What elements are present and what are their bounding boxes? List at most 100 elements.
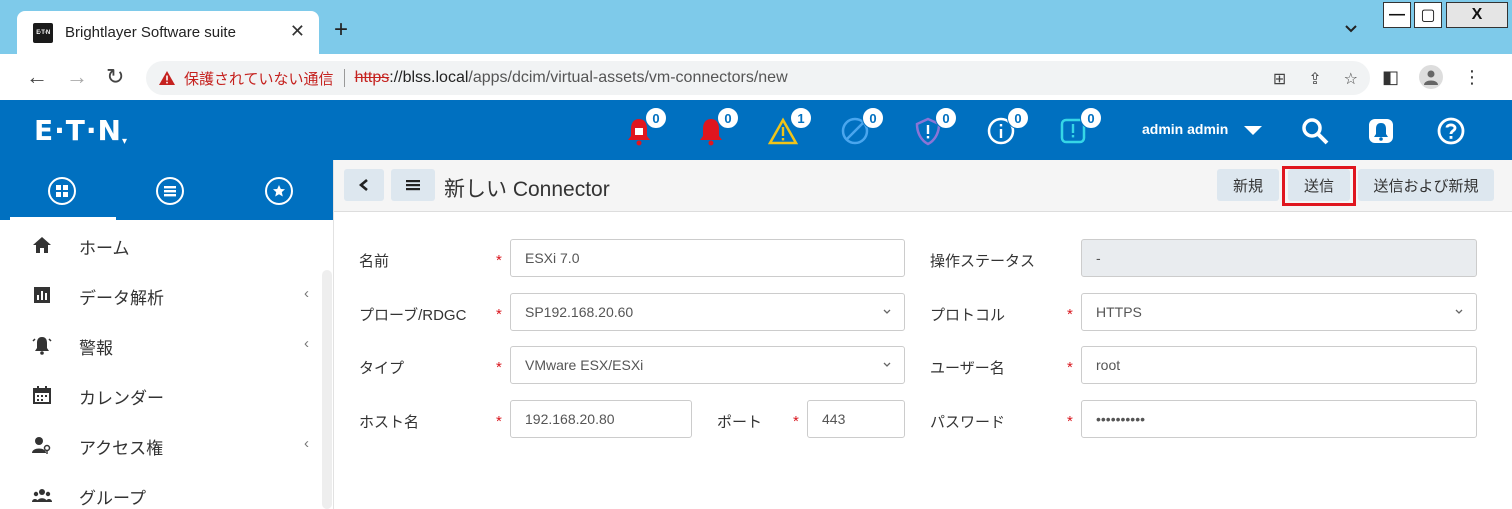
tab-close-icon[interactable]: ✕ <box>290 21 305 42</box>
chart-icon <box>34 287 50 303</box>
notifications-icon[interactable] <box>1366 116 1396 146</box>
user-menu[interactable]: admin admin <box>1142 121 1228 137</box>
sidebar-item-label: データ解析 <box>79 289 164 308</box>
blocked-badge: 0 <box>862 107 884 129</box>
sidebar-item-label: グループ <box>79 489 146 508</box>
back-arrow-icon[interactable]: ← <box>26 64 48 90</box>
profile-avatar-icon[interactable] <box>1419 65 1444 89</box>
window-maximize-button[interactable]: ▢ <box>1414 2 1442 28</box>
sidebar-item-analytics[interactable]: データ解析 ‹ <box>0 270 334 320</box>
sidebar-item-groups[interactable]: グループ <box>0 470 334 509</box>
calendar-icon <box>33 386 51 404</box>
name-field[interactable]: ESXi 7.0 <box>510 239 905 277</box>
url-host: ://blss.local <box>389 69 469 86</box>
chevron-down-icon <box>1455 309 1463 314</box>
group-icon <box>32 489 52 502</box>
browser-toolbar: ← → ↻ 保護されていない通信 https ://blss.local /ap… <box>0 54 1512 100</box>
username-value: root <box>1096 357 1121 373</box>
protocol-label: プロトコル <box>930 307 1006 324</box>
sidebar: ホーム データ解析 ‹ 警報 ‹ カレンダー アクセス権 ‹ グループ <box>0 160 334 509</box>
eaton-logo[interactable]: E·T·N▾ <box>34 114 128 147</box>
back-button[interactable] <box>344 169 384 201</box>
probe-select[interactable]: SP192.168.20.60 <box>510 293 905 331</box>
type-label: タイプ <box>359 360 405 377</box>
required-mark: * <box>1067 413 1073 430</box>
url-path: /apps/dcim/virtual-assets/vm-connectors/… <box>468 69 788 86</box>
username-field[interactable]: root <box>1081 346 1477 384</box>
required-mark: * <box>793 413 799 430</box>
user-menu-caret-icon[interactable] <box>1244 126 1262 135</box>
window-minimize-button[interactable]: — <box>1383 2 1411 28</box>
browser-menu-icon[interactable]: ⋮ <box>1463 67 1481 88</box>
sidebar-item-label: カレンダー <box>79 389 164 408</box>
browser-tab[interactable]: E·T·N Brightlayer Software suite ✕ <box>17 11 319 54</box>
menu-toggle-button[interactable] <box>391 169 435 201</box>
page-title: 新しい Connector <box>444 178 610 201</box>
status-value: - <box>1096 250 1101 266</box>
required-mark: * <box>1067 359 1073 376</box>
required-mark: * <box>496 252 502 269</box>
sidebar-item-access[interactable]: アクセス権 ‹ <box>0 420 334 470</box>
sidebar-item-home[interactable]: ホーム <box>0 220 334 270</box>
share-icon[interactable]: ⇪ <box>1308 69 1321 89</box>
submit-highlight-box <box>1282 166 1356 206</box>
eaton-favicon-icon: E·T·N <box>33 22 53 43</box>
access-icon <box>32 437 51 454</box>
username-label: ユーザー名 <box>930 360 1005 377</box>
status-label: 操作ステータス <box>930 253 1036 270</box>
info-badge: 0 <box>1007 107 1029 129</box>
reload-icon[interactable]: ↻ <box>106 64 124 90</box>
probe-label: プローブ/RDGC <box>359 307 467 324</box>
tab-search-chevron-icon[interactable] <box>1343 21 1359 37</box>
bookmark-star-icon[interactable]: ☆ <box>1344 69 1358 89</box>
alarm-icon <box>32 337 52 355</box>
home-icon <box>33 237 51 253</box>
port-value: 443 <box>822 411 846 427</box>
critical-alarm-badge: 0 <box>645 107 667 129</box>
hostname-label: ホスト名 <box>359 414 420 431</box>
chevron-down-icon <box>883 309 891 314</box>
chevron-left-icon: ‹ <box>304 435 309 452</box>
sidebar-item-alarms[interactable]: 警報 ‹ <box>0 320 334 370</box>
sidebar-item-label: アクセス権 <box>79 439 164 458</box>
forward-arrow-icon[interactable]: → <box>66 64 88 90</box>
list-icon[interactable] <box>156 177 184 205</box>
notice-badge: 0 <box>1080 107 1102 129</box>
warning-badge: 1 <box>790 107 812 129</box>
required-mark: * <box>496 306 502 323</box>
page-toolbar: 新しい Connector 新規 送信 送信および新規 <box>334 160 1512 212</box>
address-bar[interactable]: 保護されていない通信 https ://blss.local /apps/dci… <box>146 61 1370 95</box>
search-icon[interactable] <box>1300 116 1330 146</box>
url-scheme: https <box>354 69 390 86</box>
sidebar-item-label: ホーム <box>79 239 130 258</box>
status-field: - <box>1081 239 1477 277</box>
app-header: E·T·N▾ 0 0 1 0 0 0 0 admin admin <box>0 100 1512 160</box>
help-icon[interactable] <box>1436 116 1466 146</box>
chevron-left-icon <box>358 179 368 191</box>
side-panel-icon[interactable]: ◧ <box>1382 67 1399 88</box>
new-button[interactable]: 新規 <box>1217 169 1279 201</box>
type-select[interactable]: VMware ESX/ESXi <box>510 346 905 384</box>
submit-and-new-button[interactable]: 送信および新規 <box>1358 169 1494 201</box>
name-label: 名前 <box>359 253 390 270</box>
new-tab-button[interactable]: + <box>334 16 348 44</box>
port-field[interactable]: 443 <box>807 400 905 438</box>
security-badge: 0 <box>935 107 957 129</box>
apps-grid-icon[interactable] <box>10 177 116 222</box>
warning-triangle-icon <box>159 71 175 85</box>
browser-tabstrip: E·T·N Brightlayer Software suite ✕ + — ▢… <box>0 0 1512 54</box>
sidebar-item-label: 警報 <box>79 339 113 358</box>
password-field[interactable]: •••••••••• <box>1081 400 1477 438</box>
sidebar-scrollbar[interactable] <box>322 270 332 509</box>
password-label: パスワード <box>930 414 1006 431</box>
favorites-star-icon[interactable] <box>265 177 293 205</box>
translate-icon[interactable]: ⊞ <box>1273 69 1286 89</box>
protocol-select[interactable]: HTTPS <box>1081 293 1477 331</box>
protocol-value: HTTPS <box>1096 304 1142 320</box>
sidebar-item-calendar[interactable]: カレンダー <box>0 370 334 420</box>
password-value: •••••••••• <box>1096 411 1146 427</box>
chevron-down-icon <box>883 362 891 367</box>
hostname-field[interactable]: 192.168.20.80 <box>510 400 692 438</box>
hostname-value: 192.168.20.80 <box>525 411 615 427</box>
window-close-button[interactable]: X <box>1446 2 1508 28</box>
